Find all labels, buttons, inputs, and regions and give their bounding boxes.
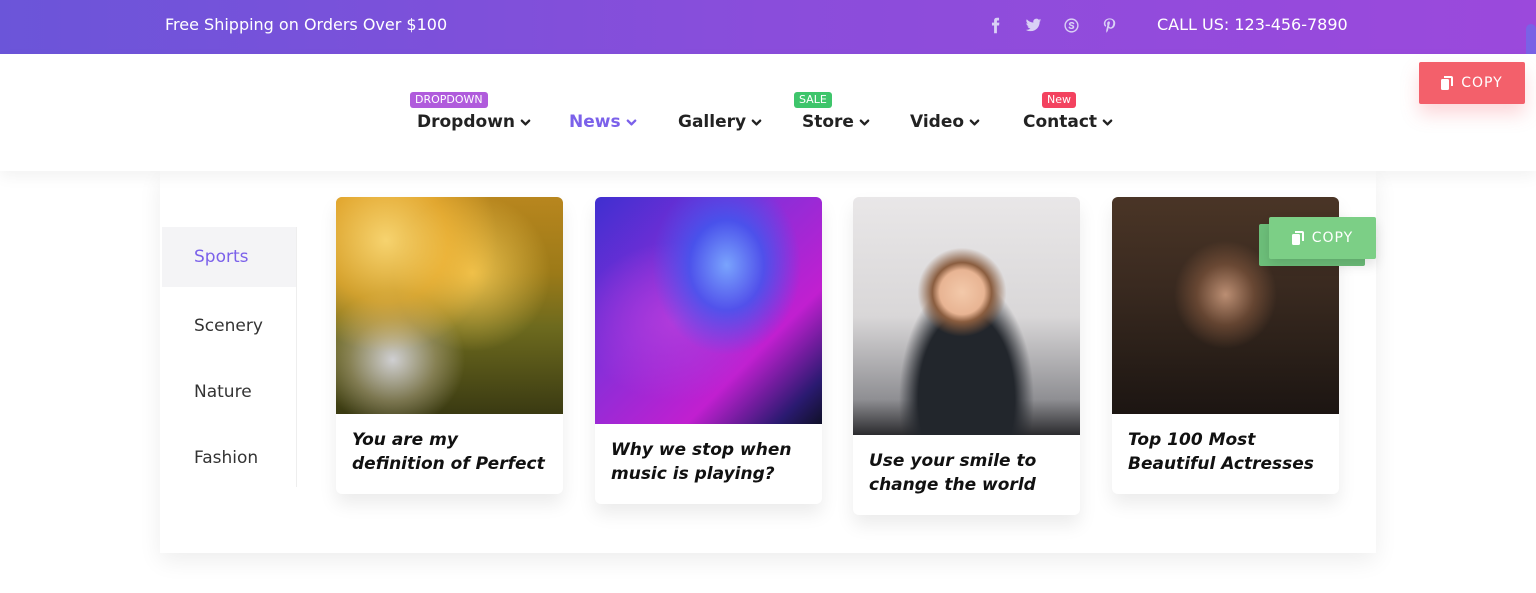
card-title: You are my definition of Perfect — [352, 430, 545, 474]
nav-label: News — [569, 112, 621, 132]
badge-new: New — [1042, 92, 1076, 108]
copy-button-red[interactable]: COPY — [1419, 62, 1525, 104]
nav-item-gallery[interactable]: Gallery — [678, 112, 762, 132]
copy-label: COPY — [1311, 230, 1354, 246]
nav-item-news[interactable]: News — [569, 112, 637, 132]
copy-icon — [1441, 76, 1454, 90]
call-us-text: CALL US: 123-456-7890 — [1157, 15, 1348, 34]
chevron-down-icon — [751, 118, 762, 126]
chevron-down-icon — [859, 118, 870, 126]
category-fashion[interactable]: Fashion — [162, 425, 296, 491]
card-title: Top 100 Most Beautiful Actresses — [1128, 430, 1314, 474]
shipping-text: Free Shipping on Orders Over $100 — [165, 15, 448, 34]
card-title: Why we stop when music is playing? — [611, 440, 792, 484]
nav-label: Dropdown — [417, 112, 515, 132]
nav-label: Video — [910, 112, 965, 132]
copy-label: COPY — [1461, 75, 1503, 91]
chevron-down-icon — [969, 118, 980, 126]
copy-icon — [1291, 231, 1304, 245]
category-nature[interactable]: Nature — [162, 359, 296, 425]
news-card-2[interactable]: Why we stop when music is playing? — [595, 197, 822, 504]
card-image — [853, 197, 1080, 435]
category-sidebar: Sports Scenery Nature Fashion — [162, 227, 297, 487]
badge-sale: SALE — [794, 92, 832, 108]
nav-item-store[interactable]: Store — [802, 112, 870, 132]
social-links — [985, 14, 1119, 36]
card-image — [336, 197, 563, 414]
facebook-icon[interactable] — [985, 14, 1005, 36]
nav-item-contact[interactable]: Contact — [1023, 112, 1113, 132]
category-scenery[interactable]: Scenery — [162, 293, 296, 359]
main-nav: DROPDOWN Dropdown News Gallery SALE Stor… — [0, 54, 1536, 171]
nav-label: Contact — [1023, 112, 1098, 132]
pinterest-icon[interactable] — [1099, 14, 1119, 36]
nav-label: Gallery — [678, 112, 747, 132]
top-bar: Free Shipping on Orders Over $100 CALL U… — [0, 0, 1536, 54]
card-image — [595, 197, 822, 424]
badge-dropdown: DROPDOWN — [410, 92, 488, 108]
news-card-1[interactable]: You are my definition of Perfect — [336, 197, 563, 494]
nav-item-video[interactable]: Video — [910, 112, 980, 132]
skype-icon[interactable] — [1061, 14, 1081, 36]
card-title: Use your smile to change the world — [869, 451, 1037, 495]
mega-menu-panel: Sports Scenery Nature Fashion You are my… — [160, 171, 1376, 553]
twitter-icon[interactable] — [1023, 14, 1043, 36]
nav-item-dropdown[interactable]: Dropdown — [417, 112, 531, 132]
chevron-down-icon — [520, 118, 531, 126]
copy-button-green[interactable]: COPY — [1269, 217, 1376, 259]
chevron-down-icon — [1102, 118, 1113, 126]
chevron-down-icon — [626, 118, 636, 126]
nav-label: Store — [802, 112, 854, 132]
news-card-3[interactable]: Use your smile to change the world — [853, 197, 1080, 515]
category-sports[interactable]: Sports — [162, 227, 296, 287]
